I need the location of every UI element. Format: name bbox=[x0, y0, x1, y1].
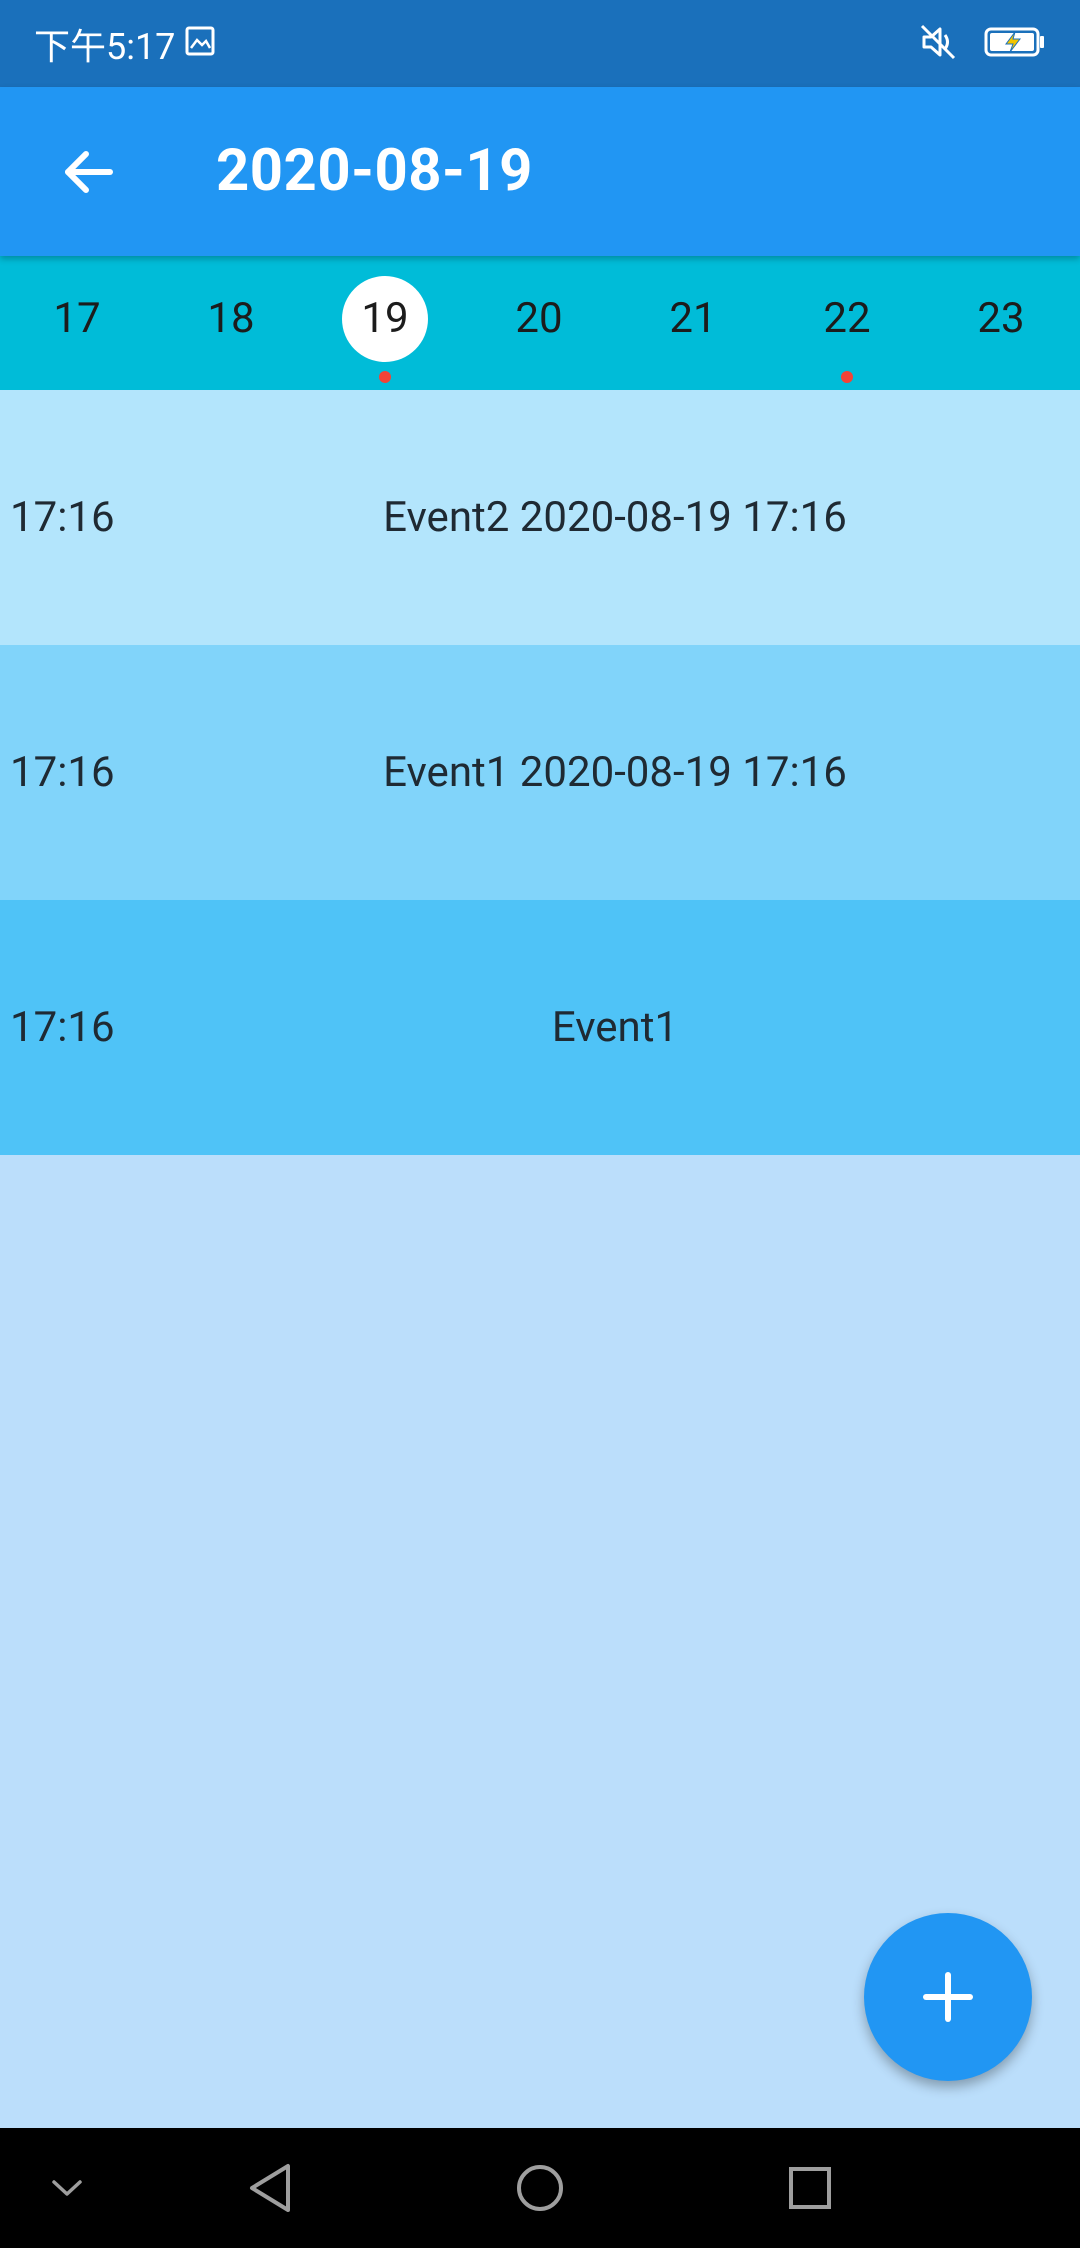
event-dot bbox=[841, 371, 853, 383]
day-number: 23 bbox=[977, 294, 1025, 343]
nav-back-button[interactable] bbox=[220, 2128, 320, 2248]
day-number: 19 bbox=[361, 294, 409, 343]
battery-charging-icon bbox=[984, 26, 1046, 62]
back-triangle-icon bbox=[250, 2164, 290, 2212]
event-dot bbox=[379, 371, 391, 383]
day-cell[interactable]: 17 bbox=[0, 256, 154, 390]
add-event-button[interactable] bbox=[864, 1913, 1032, 2081]
event-row[interactable]: 17:16 Event1 bbox=[0, 900, 1080, 1155]
day-cell[interactable]: 22 bbox=[770, 256, 924, 390]
navigation-bar bbox=[0, 2128, 1080, 2248]
nav-hide-button[interactable] bbox=[17, 2128, 117, 2248]
event-row[interactable]: 17:16 Event2 2020-08-19 17:16 bbox=[0, 390, 1080, 645]
status-left: 下午5:17 bbox=[34, 0, 215, 87]
day-number: 18 bbox=[207, 294, 255, 343]
mute-icon bbox=[918, 22, 958, 66]
day-cell[interactable]: 20 bbox=[462, 256, 616, 390]
page-title: 2020-08-19 bbox=[216, 137, 533, 205]
gallery-icon bbox=[185, 23, 215, 65]
event-time: 17:16 bbox=[10, 493, 115, 542]
event-time: 17:16 bbox=[10, 1003, 115, 1052]
day-cell-selected[interactable]: 19 bbox=[308, 256, 462, 390]
app-bar: 2020-08-19 bbox=[0, 87, 1080, 256]
day-number: 17 bbox=[53, 294, 101, 343]
arrow-left-icon bbox=[65, 151, 113, 193]
status-right bbox=[918, 0, 1046, 87]
back-button[interactable] bbox=[40, 124, 136, 220]
day-cell[interactable]: 23 bbox=[924, 256, 1078, 390]
day-number: 21 bbox=[669, 294, 717, 343]
event-row[interactable]: 17:16 Event1 2020-08-19 17:16 bbox=[0, 645, 1080, 900]
nav-recents-button[interactable] bbox=[760, 2128, 860, 2248]
recents-square-icon bbox=[789, 2167, 831, 2209]
day-cell[interactable]: 18 bbox=[154, 256, 308, 390]
day-number: 22 bbox=[823, 294, 871, 343]
event-time: 17:16 bbox=[10, 748, 115, 797]
status-bar: 下午5:17 bbox=[0, 0, 1080, 87]
day-number: 20 bbox=[515, 294, 563, 343]
day-cell[interactable]: 21 bbox=[616, 256, 770, 390]
week-strip: 17 18 19 20 21 22 23 bbox=[0, 256, 1080, 390]
event-title: Event1 bbox=[551, 1003, 679, 1052]
event-title: Event1 2020-08-19 17:16 bbox=[383, 748, 847, 797]
plus-icon bbox=[923, 1972, 973, 2022]
chevron-down-icon bbox=[52, 2180, 82, 2196]
event-title: Event2 2020-08-19 17:16 bbox=[383, 493, 847, 542]
nav-home-button[interactable] bbox=[490, 2128, 590, 2248]
home-circle-icon bbox=[517, 2165, 563, 2211]
status-time: 下午5:17 bbox=[34, 25, 176, 68]
